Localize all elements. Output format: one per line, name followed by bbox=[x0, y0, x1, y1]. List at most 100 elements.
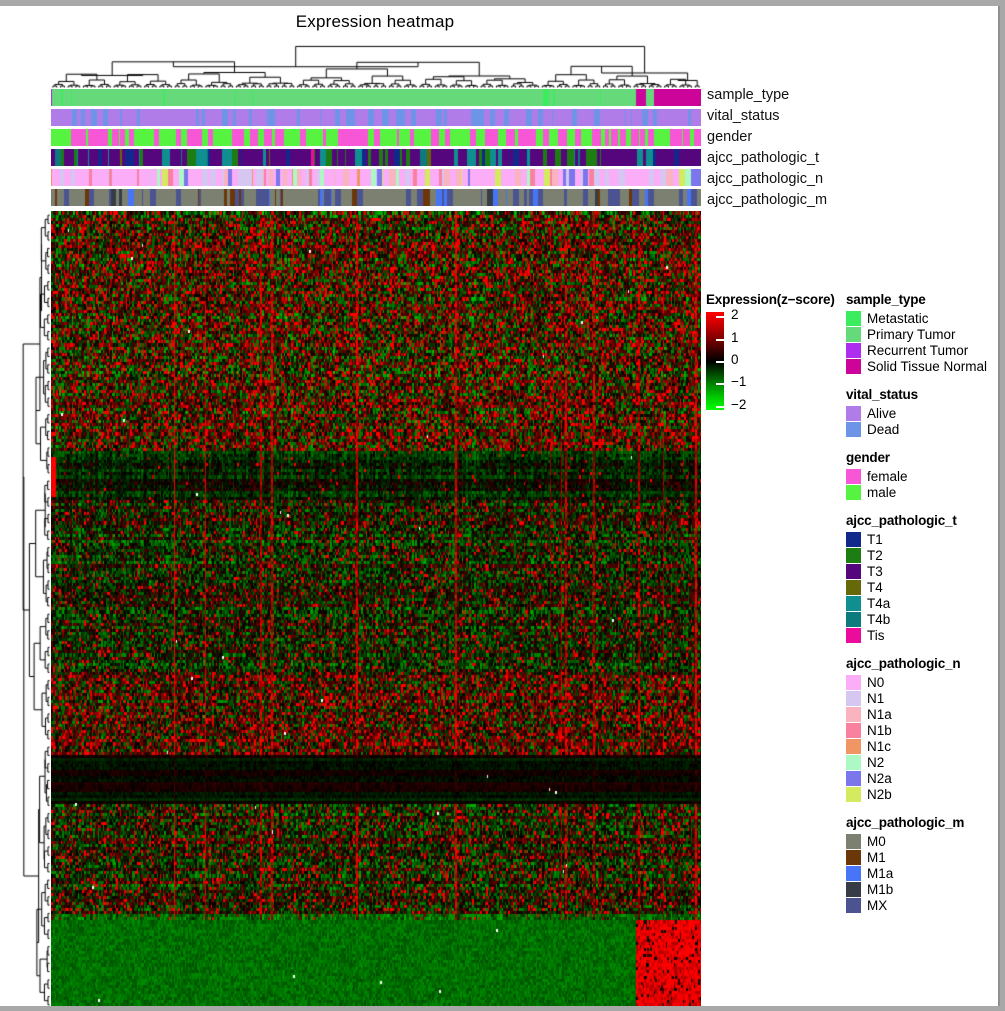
legend-swatch-Alive bbox=[846, 405, 861, 421]
color-scale-bar-wrap: 2 1 0 −1 −2 bbox=[706, 307, 836, 412]
legend-label: M1a bbox=[867, 865, 894, 881]
legend-item: N1c bbox=[846, 738, 998, 754]
legend-item: N2b bbox=[846, 786, 998, 802]
scale-label-0: 0 bbox=[731, 352, 739, 367]
legend-label: T2 bbox=[867, 547, 883, 563]
legend-item: N0 bbox=[846, 674, 998, 690]
legend-label: M1b bbox=[867, 881, 894, 897]
legend-swatch-M1b bbox=[846, 881, 861, 897]
legend-block-gender: gender female male bbox=[846, 450, 998, 500]
legend-label: N0 bbox=[867, 674, 885, 690]
legend-swatch-M1a bbox=[846, 865, 861, 881]
legend-item: M0 bbox=[846, 833, 998, 849]
annotation-bar-vital_status bbox=[51, 109, 701, 126]
legend-title-ajcc_pathologic_n: ajcc_pathologic_n bbox=[846, 656, 961, 671]
legend-item: N1a bbox=[846, 706, 998, 722]
legend-label: Tis bbox=[867, 627, 885, 643]
legend-item: MX bbox=[846, 897, 998, 913]
scale-label-n1: −1 bbox=[731, 374, 747, 389]
legend-swatch-T4 bbox=[846, 579, 861, 595]
column-dendrogram bbox=[51, 36, 701, 88]
legend-title-vital_status: vital_status bbox=[846, 387, 918, 402]
legend-block-ajcc_pathologic_n: ajcc_pathologic_n N0 N1 N1a N1b N1c N2 N2a N2b bbox=[846, 656, 998, 802]
scale-label-2: 2 bbox=[731, 307, 739, 322]
legend-swatch-N1a bbox=[846, 706, 861, 722]
legend-label: Dead bbox=[867, 421, 900, 437]
legend-label: M0 bbox=[867, 833, 886, 849]
legend-item: N1 bbox=[846, 690, 998, 706]
legend-label: N2b bbox=[867, 786, 892, 802]
annotation-label-sample_type: sample_type bbox=[707, 87, 790, 103]
annotation-label-ajcc_pathologic_n: ajcc_pathologic_n bbox=[707, 171, 824, 187]
legend-label: T3 bbox=[867, 563, 883, 579]
legend-swatch-N2a bbox=[846, 770, 861, 786]
legend-swatch-female bbox=[846, 468, 861, 484]
annotation-label-ajcc_pathologic_t: ajcc_pathologic_t bbox=[707, 150, 820, 166]
legend-label: N1c bbox=[867, 738, 892, 754]
annotation-bar-gender bbox=[51, 129, 701, 146]
legend-item: M1a bbox=[846, 865, 998, 881]
color-scale-legend: Expression(z−score) 2 1 0 −1 −2 bbox=[706, 292, 846, 412]
legend-swatch-N2b bbox=[846, 786, 861, 802]
legend-label: MX bbox=[867, 897, 888, 913]
legend-item: Metastatic bbox=[846, 310, 998, 326]
legend-label: T1 bbox=[867, 531, 883, 547]
annotation-label-gender: gender bbox=[707, 129, 753, 145]
legend-swatch-N1c bbox=[846, 738, 861, 754]
legend-item: T4 bbox=[846, 579, 998, 595]
legend-swatch-Recurrent Tumor bbox=[846, 342, 861, 358]
annotation-label-ajcc_pathologic_m: ajcc_pathologic_m bbox=[707, 192, 828, 208]
color-scale-title: Expression(z−score) bbox=[706, 292, 835, 307]
discrete-legends: sample_type Metastatic Primary Tumor Recurr… bbox=[846, 292, 998, 926]
legend-label: T4b bbox=[867, 611, 891, 627]
legend-label: female bbox=[867, 468, 908, 484]
legend-label: N1b bbox=[867, 722, 892, 738]
heatmap-body bbox=[51, 211, 701, 1006]
legend-block-vital_status: vital_status Alive Dead bbox=[846, 387, 998, 437]
legend-title-gender: gender bbox=[846, 450, 890, 465]
legend-item: Recurrent Tumor bbox=[846, 342, 998, 358]
legend-block-ajcc_pathologic_t: ajcc_pathologic_t T1 T2 T3 T4 T4a T4b Tis bbox=[846, 513, 998, 643]
legend-label: N2a bbox=[867, 770, 892, 786]
legend-swatch-Dead bbox=[846, 421, 861, 437]
column-annotation-bars bbox=[51, 89, 701, 206]
legend-swatch-T2 bbox=[846, 547, 861, 563]
legend-item: male bbox=[846, 484, 998, 500]
legend-item: T4a bbox=[846, 595, 998, 611]
legend-label: Metastatic bbox=[867, 310, 929, 326]
legend-item: N2a bbox=[846, 770, 998, 786]
scale-tick-2 bbox=[716, 316, 728, 318]
legend-item: female bbox=[846, 468, 998, 484]
legend-label: Solid Tissue Normal bbox=[867, 358, 988, 374]
legend-item: Solid Tissue Normal bbox=[846, 358, 998, 374]
scale-tick-0 bbox=[716, 361, 728, 363]
legend-label: Primary Tumor bbox=[867, 326, 956, 342]
legend-swatch-T1 bbox=[846, 531, 861, 547]
legend-item: Alive bbox=[846, 405, 998, 421]
legend-swatch-Primary Tumor bbox=[846, 326, 861, 342]
legend-label: male bbox=[867, 484, 897, 500]
legend-item: Dead bbox=[846, 421, 998, 437]
annotation-bar-ajcc_pathologic_t bbox=[51, 149, 701, 166]
legend-swatch-Tis bbox=[846, 627, 861, 643]
legend-swatch-N1b bbox=[846, 722, 861, 738]
legend-item: N2 bbox=[846, 754, 998, 770]
plot-canvas: Expression heatmap sample_type vital_sta… bbox=[0, 6, 1000, 1006]
legend-label: N1a bbox=[867, 706, 892, 722]
legend-swatch-M1 bbox=[846, 849, 861, 865]
legend-swatch-male bbox=[846, 484, 861, 500]
legend-item: M1 bbox=[846, 849, 998, 865]
figure-page: Expression heatmap sample_type vital_sta… bbox=[0, 0, 1005, 1011]
legend-swatch-M0 bbox=[846, 833, 861, 849]
legend-label: N1 bbox=[867, 690, 885, 706]
legend-item: M1b bbox=[846, 881, 998, 897]
legend-label: Alive bbox=[867, 405, 897, 421]
row-dendrogram bbox=[8, 211, 50, 1006]
legend-title-ajcc_pathologic_m: ajcc_pathologic_m bbox=[846, 815, 965, 830]
scale-label-1: 1 bbox=[731, 330, 739, 345]
scale-tick-1 bbox=[716, 339, 728, 341]
legend-swatch-N2 bbox=[846, 754, 861, 770]
legend-label: Recurrent Tumor bbox=[867, 342, 969, 358]
legend-item: N1b bbox=[846, 722, 998, 738]
legend-item: Primary Tumor bbox=[846, 326, 998, 342]
